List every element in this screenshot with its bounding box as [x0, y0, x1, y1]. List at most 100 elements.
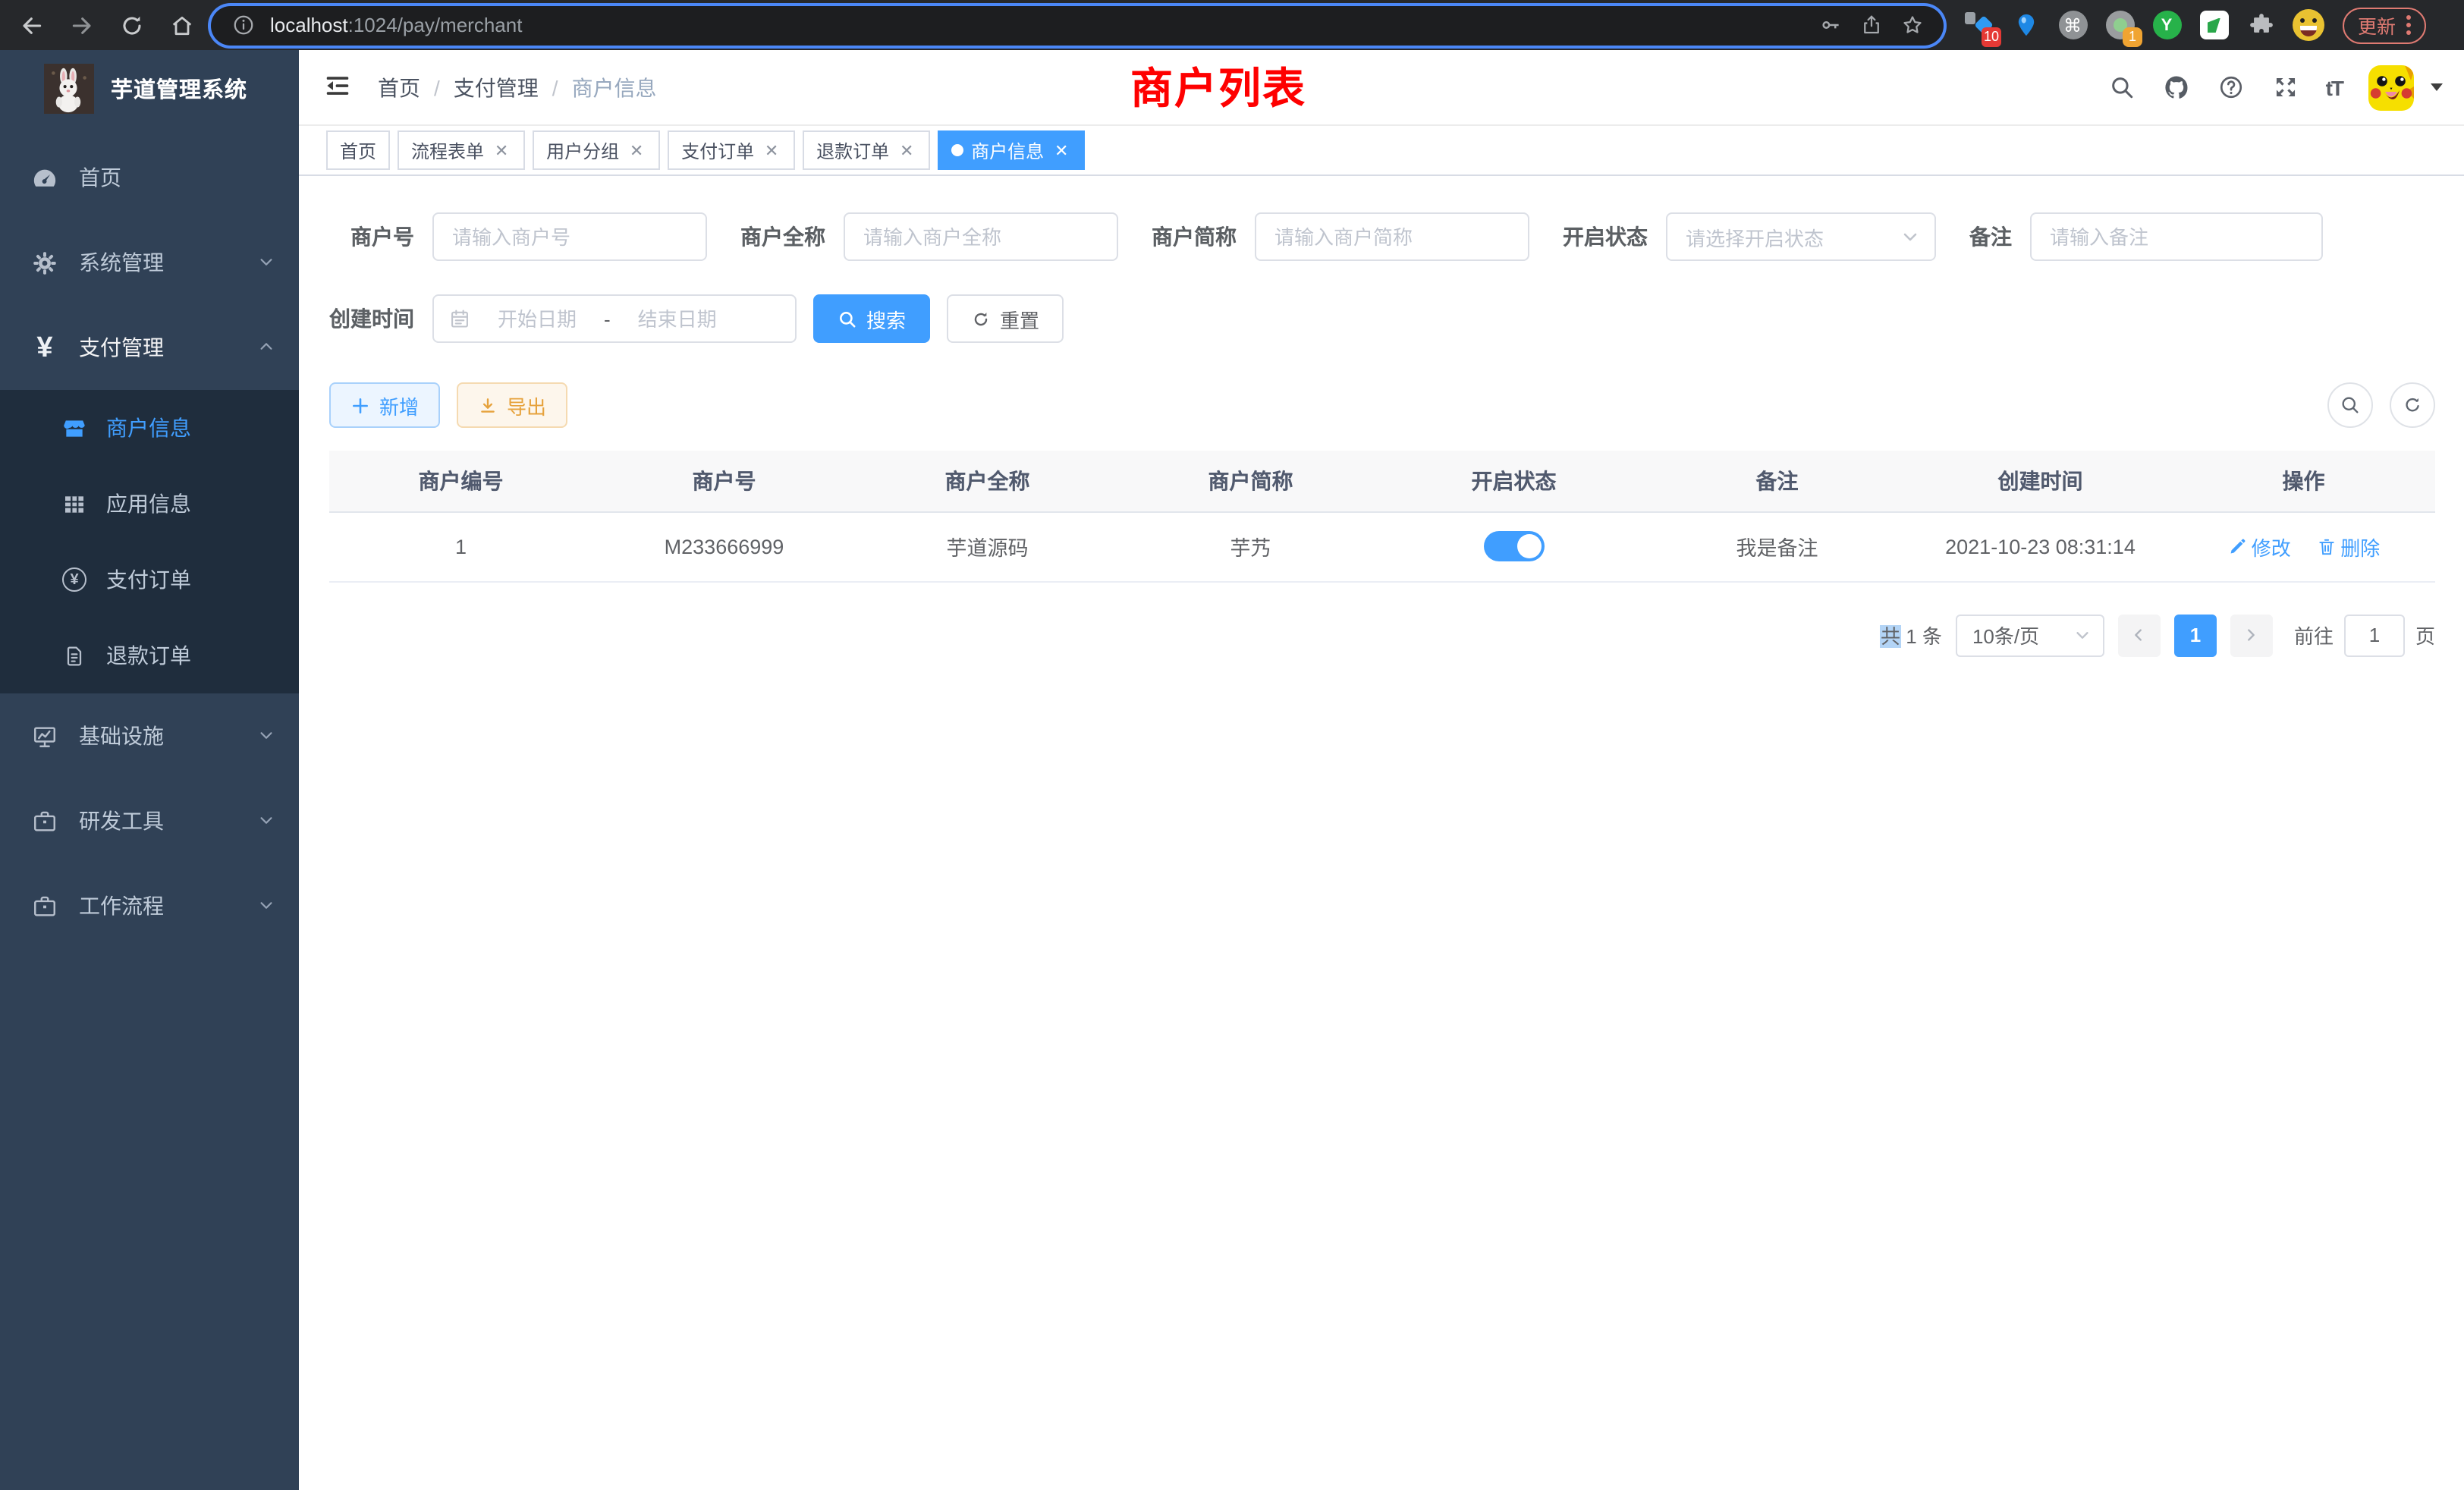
- browser-back-icon[interactable]: [15, 8, 49, 42]
- col-status: 开启状态: [1382, 451, 1645, 511]
- app-logo-rabbit-image: [44, 63, 94, 113]
- tab-payment-orders[interactable]: 支付订单 ✕: [668, 130, 795, 170]
- prev-page-button[interactable]: [2118, 614, 2161, 656]
- annotation-title: 商户列表: [1130, 56, 1306, 117]
- export-button[interactable]: 导出: [457, 382, 567, 428]
- avatar-caret-icon[interactable]: [2431, 83, 2443, 91]
- chrome-update-button[interactable]: 更新: [2343, 7, 2426, 43]
- fullscreen-icon[interactable]: [2271, 73, 2300, 102]
- tab-close-icon[interactable]: ✕: [897, 140, 916, 160]
- browser-reload-icon[interactable]: [115, 8, 149, 42]
- search-icon: [2340, 395, 2361, 416]
- edit-link[interactable]: 修改: [2227, 532, 2291, 561]
- status-select-placeholder: 请选择开启状态: [1686, 222, 1824, 251]
- next-page-button[interactable]: [2230, 614, 2273, 656]
- share-icon[interactable]: [1857, 11, 1884, 39]
- page-1-button[interactable]: 1: [2174, 614, 2217, 656]
- sidebar-item-dev-tools[interactable]: 研发工具: [0, 778, 299, 863]
- page-size-select[interactable]: 10条/页: [1956, 614, 2104, 656]
- cell-merchant-no: M233666999: [592, 511, 856, 581]
- bookmark-star-icon[interactable]: [1898, 11, 1925, 39]
- tab-close-icon[interactable]: ✕: [1051, 140, 1071, 160]
- sidebar-item-merchant-info[interactable]: 商户信息: [0, 390, 299, 466]
- tab-label: 首页: [340, 137, 376, 163]
- extension-sorter-icon[interactable]: 10: [1962, 8, 1995, 42]
- update-label: 更新: [2358, 11, 2396, 39]
- sidebar-item-system[interactable]: 系统管理: [0, 220, 299, 305]
- sidebar-item-payment[interactable]: ¥ 支付管理: [0, 305, 299, 390]
- tab-label: 支付订单: [681, 137, 754, 163]
- tab-close-icon[interactable]: ✕: [762, 140, 781, 160]
- browser-home-icon[interactable]: [165, 8, 199, 42]
- add-button[interactable]: 新增: [329, 382, 440, 428]
- sidebar-fold-icon[interactable]: [323, 71, 357, 104]
- table-toolbar: 新增 导出: [329, 382, 2435, 428]
- sidebar-item-refund-orders[interactable]: 退款订单: [0, 618, 299, 693]
- merchant-no-input[interactable]: [432, 212, 707, 261]
- chevron-right-icon: [2243, 627, 2260, 643]
- sidebar-item-label: 基础设施: [79, 721, 164, 751]
- reset-button[interactable]: 重置: [947, 294, 1064, 343]
- cell-full-name: 芋道源码: [856, 511, 1119, 581]
- app-logo-row[interactable]: 芋道管理系统: [0, 50, 299, 126]
- sidebar-item-app-info[interactable]: 应用信息: [0, 466, 299, 542]
- sidebar-item-label: 应用信息: [106, 489, 191, 519]
- add-button-label: 新增: [379, 391, 419, 420]
- help-question-icon[interactable]: [2217, 73, 2246, 102]
- delete-link-label: 删除: [2340, 532, 2380, 561]
- refresh-icon: [2402, 395, 2423, 416]
- address-bar[interactable]: localhost:1024/pay/merchant: [211, 5, 1944, 45]
- delete-link[interactable]: 删除: [2316, 532, 2380, 561]
- password-key-icon[interactable]: [1816, 11, 1843, 39]
- extension-y-icon[interactable]: Y: [2150, 8, 2183, 42]
- chrome-menu-icon[interactable]: [2406, 15, 2411, 35]
- breadcrumb-home[interactable]: 首页: [378, 72, 420, 102]
- browser-forward-icon[interactable]: [65, 8, 99, 42]
- tab-process-form[interactable]: 流程表单 ✕: [398, 130, 525, 170]
- sidebar-item-label: 商户信息: [106, 413, 191, 443]
- tab-merchant-info-active[interactable]: 商户信息 ✕: [938, 130, 1085, 170]
- chevron-down-icon: [258, 724, 275, 748]
- text-size-icon[interactable]: tT: [2326, 75, 2343, 99]
- toggle-search-button[interactable]: [2327, 382, 2373, 428]
- extension-pin-icon[interactable]: [2009, 8, 2042, 42]
- tab-user-group[interactable]: 用户分组 ✕: [533, 130, 660, 170]
- full-name-input[interactable]: [844, 212, 1118, 261]
- monitor-chart-icon: [32, 723, 58, 749]
- create-time-range-picker[interactable]: -: [432, 294, 797, 343]
- breadcrumb-separator: /: [552, 75, 558, 99]
- extension-recorder-icon[interactable]: 1: [2103, 8, 2136, 42]
- status-select[interactable]: 请选择开启状态: [1666, 212, 1936, 261]
- breadcrumb-separator: /: [434, 75, 440, 99]
- short-name-input[interactable]: [1255, 212, 1529, 261]
- tab-close-icon[interactable]: ✕: [492, 140, 511, 160]
- sidebar-item-home[interactable]: 首页: [0, 135, 299, 220]
- tab-refund-orders[interactable]: 退款订单 ✕: [803, 130, 930, 170]
- breadcrumb-payment[interactable]: 支付管理: [454, 72, 539, 102]
- github-icon[interactable]: [2162, 73, 2191, 102]
- search-button[interactable]: 搜索: [813, 294, 930, 343]
- yen-icon: ¥: [32, 335, 58, 360]
- status-toggle[interactable]: [1484, 531, 1545, 561]
- full-name-label: 商户全称: [740, 222, 844, 252]
- briefcase-icon: [32, 808, 58, 834]
- extensions-puzzle-icon[interactable]: [2244, 8, 2277, 42]
- site-info-icon[interactable]: [229, 11, 256, 39]
- sidebar-item-workflow[interactable]: 工作流程: [0, 863, 299, 948]
- extension-notes-icon[interactable]: [2197, 8, 2230, 42]
- sidebar-item-payment-orders[interactable]: ¥ 支付订单: [0, 542, 299, 618]
- tab-close-icon[interactable]: ✕: [627, 140, 646, 160]
- header-search-icon[interactable]: [2107, 73, 2136, 102]
- sidebar-item-infrastructure[interactable]: 基础设施: [0, 693, 299, 778]
- end-date-input[interactable]: [621, 307, 734, 330]
- extension-command-icon[interactable]: ⌘: [2056, 8, 2089, 42]
- chevron-down-icon: [258, 809, 275, 833]
- user-avatar[interactable]: [2368, 64, 2414, 110]
- profile-avatar-icon[interactable]: [2291, 8, 2324, 42]
- goto-page-input[interactable]: [2344, 614, 2405, 656]
- sidebar: 芋道管理系统 首页 系统管理: [0, 50, 299, 1490]
- refresh-table-button[interactable]: [2390, 382, 2435, 428]
- remark-input[interactable]: [2030, 212, 2323, 261]
- start-date-input[interactable]: [481, 307, 593, 330]
- tab-home[interactable]: 首页: [326, 130, 390, 170]
